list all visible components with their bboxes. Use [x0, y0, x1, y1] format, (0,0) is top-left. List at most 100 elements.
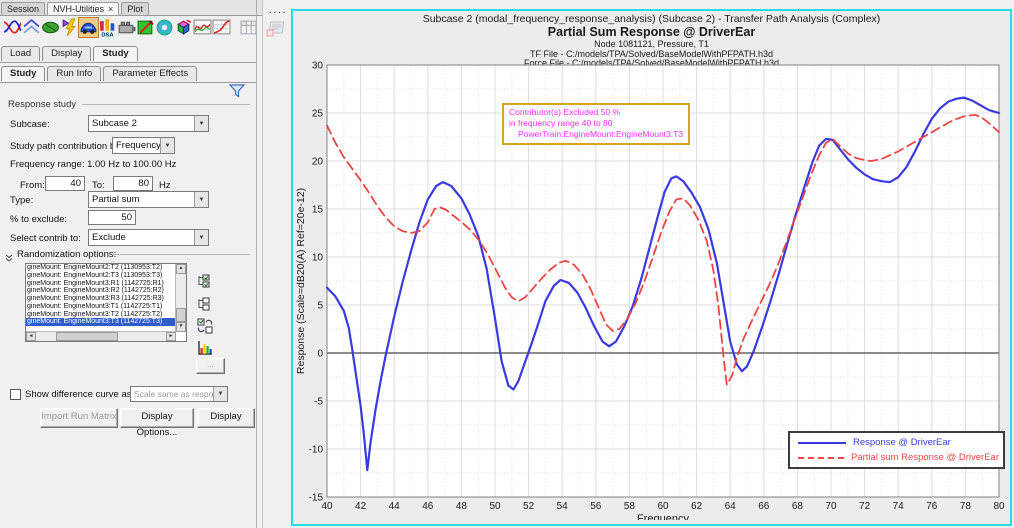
- from-label: From:: [20, 180, 45, 191]
- x-tick-label: 64: [725, 501, 737, 512]
- select-contrib-value: Exclude: [89, 232, 194, 243]
- dsa-icon[interactable]: DSA: [97, 17, 118, 38]
- tab-load[interactable]: Load: [1, 46, 40, 61]
- y-tick-label: 15: [312, 205, 324, 216]
- subtab-parameter-effects[interactable]: Parameter Effects: [103, 66, 197, 81]
- tab-display[interactable]: Display: [42, 46, 91, 61]
- plot-window[interactable]: Subcase 2 (modal_frequency_response_anal…: [291, 9, 1012, 526]
- contributor-list-item[interactable]: gineMount: EngineMount2:T2 (1130953:T2): [26, 264, 176, 272]
- engine-icon[interactable]: [116, 17, 137, 38]
- x-tick-label: 74: [893, 501, 905, 512]
- list-vertical-scrollbar[interactable]: ▲ ▼: [175, 264, 186, 332]
- chevron-down-icon[interactable]: ▼: [194, 230, 208, 245]
- contribution-value: Frequency: [113, 140, 160, 151]
- type-dropdown[interactable]: Partial sum ▼: [88, 191, 209, 208]
- torus-icon[interactable]: [154, 17, 175, 38]
- list-horizontal-scrollbar[interactable]: ◄ ►: [26, 331, 176, 341]
- y-tick-label: 20: [312, 157, 324, 168]
- legend-row-partial-sum: Partial sum Response @ DriverEar: [794, 450, 999, 465]
- percent-exclude-input[interactable]: [88, 210, 136, 225]
- x-tick-label: 54: [557, 501, 569, 512]
- scroll-up-icon[interactable]: ▲: [176, 264, 186, 274]
- chevron-down-icon[interactable]: ▼: [194, 116, 208, 131]
- scroll-down-icon[interactable]: ▼: [176, 322, 186, 332]
- contributor-list-item[interactable]: gineMount: EngineMount3:R3 (1142725:R3): [26, 295, 176, 303]
- edit-plot-icon[interactable]: [135, 17, 156, 38]
- contributor-list-item[interactable]: gineMount: EngineMount3:T3 (1142725:T3): [26, 318, 176, 326]
- tab-study[interactable]: Study: [93, 46, 137, 61]
- scrollbar-thumb[interactable]: [56, 332, 118, 341]
- panel-tab-bar: LoadDisplayStudy: [0, 44, 256, 63]
- excluded-contributor-annotation[interactable]: Contributor(s) Excluded 50 % in frequenc…: [502, 103, 690, 145]
- display-button[interactable]: Display: [197, 408, 255, 428]
- subtab-run-info[interactable]: Run Info: [47, 66, 101, 81]
- scroll-left-icon[interactable]: ◄: [26, 332, 36, 341]
- stacked-curves-icon[interactable]: [21, 17, 42, 38]
- x-tick-label: 48: [456, 501, 468, 512]
- vehicle-icon[interactable]: [78, 17, 99, 38]
- contributor-list-item[interactable]: gineMount: EngineMount2:T3 (1130953:T3): [26, 272, 176, 280]
- chevron-down-icon[interactable]: ▼: [160, 138, 174, 153]
- difference-scale-dropdown[interactable]: Scale same as response ▼: [130, 386, 228, 402]
- cube-icon[interactable]: [173, 17, 194, 38]
- report-page-icon[interactable]: [265, 20, 287, 38]
- contribution-label: Study path contribution by:: [10, 141, 123, 152]
- subtab-study[interactable]: Study: [1, 66, 45, 81]
- frf-wave-icon[interactable]: [192, 17, 213, 38]
- panel-splitter[interactable]: [256, 0, 257, 528]
- hz-label: Hz: [159, 180, 171, 191]
- left-panel: SessionNVH-Utilities×Plot DSA LoadDispla…: [0, 0, 263, 528]
- type-label: Type:: [10, 195, 33, 206]
- contributor-list-item[interactable]: gineMount: EngineMount3:T2 (1142725:T2): [26, 311, 176, 319]
- chart-legend[interactable]: Response @ DriverEar Partial sum Respons…: [788, 431, 1005, 469]
- annotation-line: PowerTrain:EngineMount:EngineMount3:T3: [509, 129, 683, 140]
- chevron-down-icon[interactable]: ▼: [194, 192, 208, 207]
- contributor-list-item[interactable]: gineMount: EngineMount3:R2 (1142725:R2): [26, 287, 176, 295]
- contributor-list[interactable]: gineMount: EngineMount2:T2 (1130953:T2)g…: [25, 263, 187, 342]
- scroll-right-icon[interactable]: ►: [166, 332, 176, 341]
- x-tick-label: 80: [993, 501, 1005, 512]
- x-tick-label: 50: [489, 501, 501, 512]
- y-tick-label: -5: [314, 397, 323, 408]
- y-tick-label: 5: [317, 301, 323, 312]
- y-tick-label: 25: [312, 109, 324, 120]
- y-tick-label: 0: [317, 349, 323, 360]
- geometry-icon[interactable]: [40, 17, 61, 38]
- drag-handle-dots[interactable]: ····: [269, 8, 288, 17]
- group-divider: [82, 104, 250, 105]
- y-tick-label: -15: [309, 493, 324, 504]
- x-tick-label: 66: [758, 501, 770, 512]
- x-tick-label: 56: [590, 501, 602, 512]
- import-run-matrix-button[interactable]: Import Run Matrix: [40, 408, 118, 428]
- percent-exclude-label: % to exclude:: [10, 214, 67, 225]
- invert-selection-icon[interactable]: [197, 318, 213, 334]
- x-tick-label: 58: [624, 501, 636, 512]
- fit-chart-icon[interactable]: [211, 17, 232, 38]
- deselect-all-icon[interactable]: [197, 296, 213, 312]
- legend-row-response: Response @ DriverEar: [794, 435, 999, 450]
- randomization-group-label: Randomization options:: [17, 249, 116, 260]
- xy-curves-icon[interactable]: [2, 17, 23, 38]
- contributor-list-item[interactable]: gineMount: EngineMount3:R1 (1142725:R1): [26, 280, 176, 288]
- select-contrib-label: Select contrib to:: [10, 233, 81, 244]
- from-input[interactable]: [45, 176, 85, 191]
- select-contrib-dropdown[interactable]: Exclude ▼: [88, 229, 209, 246]
- select-all-icon[interactable]: [197, 273, 213, 289]
- filter-icon[interactable]: [228, 84, 246, 98]
- type-value: Partial sum: [89, 194, 194, 205]
- y-tick-label: -10: [309, 445, 324, 456]
- collapse-chevron-icon[interactable]: [4, 250, 14, 260]
- legend-label: Partial sum Response @ DriverEar: [851, 452, 999, 463]
- more-button[interactable]: ...: [196, 358, 225, 374]
- bar-chart-icon[interactable]: [197, 340, 213, 356]
- subcase-dropdown[interactable]: Subcase 2 ▼: [88, 115, 209, 132]
- scrollbar-thumb[interactable]: [176, 308, 186, 322]
- group-divider: [112, 254, 250, 255]
- excitation-icon[interactable]: [59, 17, 80, 38]
- display-options-button[interactable]: Display Options...: [120, 408, 194, 428]
- contribution-dropdown[interactable]: Frequency ▼: [112, 137, 175, 154]
- show-difference-checkbox[interactable]: [10, 389, 21, 400]
- contributor-list-item[interactable]: gineMount: EngineMount3:T1 (1142725:T1): [26, 303, 176, 311]
- to-input[interactable]: [113, 176, 153, 191]
- panel-splitter[interactable]: [262, 0, 263, 528]
